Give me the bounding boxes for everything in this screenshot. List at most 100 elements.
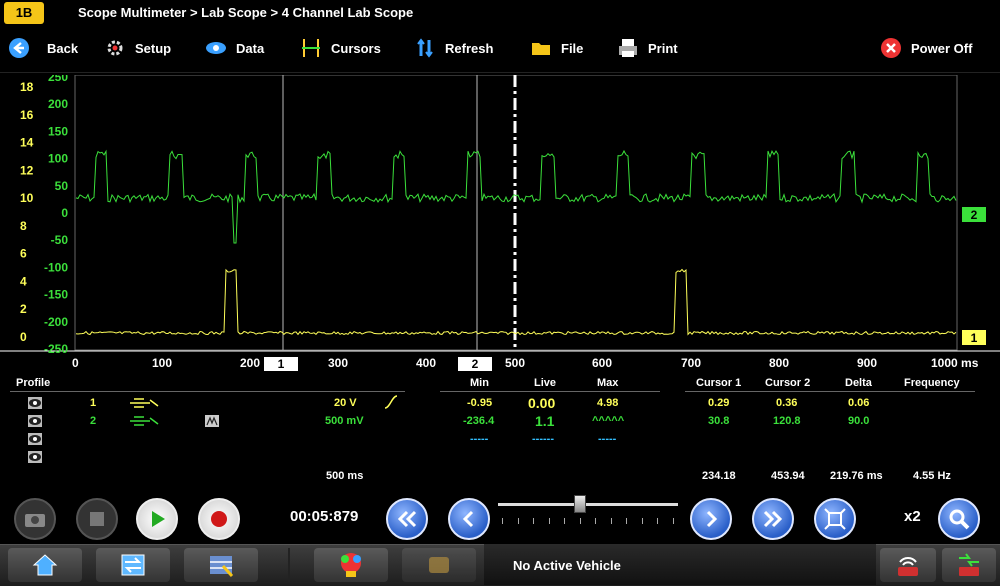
- battery-icon: [959, 553, 979, 576]
- chevron-right-icon: [706, 510, 718, 528]
- row3-live: ------: [532, 433, 554, 445]
- slider-tick: [657, 518, 658, 524]
- refresh-button[interactable]: Refresh: [414, 28, 493, 68]
- record-button[interactable]: [198, 498, 240, 540]
- zoom-button[interactable]: [938, 498, 980, 540]
- x-tick: 100: [152, 356, 173, 370]
- cursors-button[interactable]: Cursors: [300, 28, 381, 68]
- channel-1-scale-tick: 4: [20, 274, 27, 288]
- fit-screen-button[interactable]: [814, 498, 856, 540]
- playback-slider-thumb[interactable]: [574, 495, 586, 513]
- channel-2-scale-tick: -100: [44, 260, 68, 274]
- x-tick: 800: [769, 356, 790, 370]
- channel-1-scale-tick: 2: [20, 302, 27, 316]
- tools-button[interactable]: [314, 548, 388, 582]
- setup-button[interactable]: Setup: [104, 28, 171, 68]
- toolbox-icon: [210, 556, 234, 578]
- slider-tick: [641, 518, 643, 524]
- printer-icon: [617, 37, 639, 59]
- vehicle-status: No Active Vehicle: [513, 558, 621, 573]
- refresh-icon: [414, 37, 436, 59]
- camera-button[interactable]: [14, 498, 56, 540]
- row1-delta: 0.06: [848, 397, 870, 409]
- channel-2-scale-tick: -150: [44, 288, 68, 302]
- double-chevron-left-icon: [397, 510, 417, 528]
- skip-back-button[interactable]: [386, 498, 428, 540]
- step-forward-button[interactable]: [690, 498, 732, 540]
- switch-view-button[interactable]: [96, 548, 170, 582]
- back-button[interactable]: Back: [8, 28, 78, 68]
- eye-icon[interactable]: [28, 432, 42, 450]
- x-tick: 0: [72, 356, 79, 370]
- row1-max: 4.98: [597, 397, 619, 409]
- cursor-2-tag[interactable]: 2: [458, 357, 492, 371]
- file-button[interactable]: File: [530, 28, 583, 68]
- col-cursor2: Cursor 2: [765, 377, 811, 389]
- cursor1-time: 234.18: [702, 470, 736, 482]
- row1-scale: 20 V: [334, 397, 357, 409]
- divider: [10, 391, 405, 392]
- col-cursor1: Cursor 1: [696, 377, 742, 389]
- x-tick: 300: [328, 356, 349, 370]
- playback-slider-track[interactable]: [498, 503, 678, 506]
- scope-plot[interactable]: 18 16 14 12 10 8 6 4 2 0 250 200 150 100 50 0 -50 -100 -1…: [0, 75, 1000, 355]
- channel-2-scale-tick: 250: [48, 75, 68, 84]
- slider-tick: [502, 518, 503, 524]
- slider-tick: [517, 518, 519, 524]
- stop-icon: [90, 512, 104, 526]
- profile-header: Profile: [16, 377, 51, 389]
- channel-2-scale-tick: -200: [44, 315, 68, 329]
- row1-live: 0.00: [528, 395, 556, 411]
- back-arrow-icon: [8, 37, 30, 59]
- frequency-value: 4.55 Hz: [913, 470, 951, 482]
- x-tick: 500: [505, 356, 526, 370]
- divider: [288, 548, 290, 582]
- row1-channel: 1: [90, 397, 97, 409]
- battery-button[interactable]: [942, 548, 996, 582]
- col-frequency: Frequency: [904, 377, 960, 389]
- wireless-button[interactable]: [880, 548, 936, 582]
- x-tick: 200: [240, 356, 261, 370]
- refresh-label: Refresh: [445, 40, 494, 56]
- channel-2-marker-label: 2: [971, 208, 978, 222]
- data-button[interactable]: Data: [205, 28, 264, 68]
- slider-tick: [533, 518, 534, 524]
- double-chevron-right-icon: [763, 510, 783, 528]
- app-logo: 1B: [4, 2, 44, 24]
- cursor-1-tag-label: 1: [277, 357, 285, 371]
- vehicle-button[interactable]: [402, 548, 476, 582]
- eye-icon[interactable]: [28, 414, 42, 432]
- cursor2-time: 453.94: [771, 470, 805, 482]
- cursor-1-tag[interactable]: 1: [264, 357, 298, 371]
- toolbox-button[interactable]: [184, 548, 258, 582]
- title-bar: 1B Scope Multimeter > Lab Scope > 4 Chan…: [0, 0, 1000, 28]
- x-tick: 900: [857, 356, 878, 370]
- print-label: Print: [648, 40, 678, 56]
- stop-button[interactable]: [76, 498, 118, 540]
- play-button[interactable]: [136, 498, 178, 540]
- col-delta: Delta: [845, 377, 872, 389]
- home-button[interactable]: [8, 548, 82, 582]
- step-back-button[interactable]: [448, 498, 490, 540]
- channel-2-scale: 250 200 150 100 50 0 -50 -100 -150 -200 -250: [44, 75, 68, 355]
- x-tick: 400: [416, 356, 437, 370]
- record-icon: [211, 511, 227, 527]
- eye-icon[interactable]: [28, 396, 42, 414]
- channel-1-scale-tick: 0: [20, 330, 27, 344]
- row2-scale: 500 mV: [325, 415, 364, 427]
- camera-icon: [25, 514, 45, 527]
- row1-min: -0.95: [467, 397, 493, 409]
- channel-2-scale-tick: 150: [48, 124, 68, 138]
- playback-slider-ticks: [498, 518, 678, 524]
- channel-2-scale-tick: 200: [48, 97, 68, 111]
- channel-2-scale-tick: 100: [48, 152, 68, 166]
- power-off-button[interactable]: Power Off: [880, 28, 972, 68]
- skip-forward-button[interactable]: [752, 498, 794, 540]
- vehicle-icon: [429, 557, 449, 573]
- row3-max: -----: [598, 433, 617, 445]
- eye-icon[interactable]: [28, 450, 42, 468]
- timebase: 500 ms: [326, 470, 364, 482]
- print-button[interactable]: Print: [617, 28, 678, 68]
- x-tick: 1000 ms: [931, 356, 979, 370]
- channel-2-scale-tick: 50: [55, 179, 69, 193]
